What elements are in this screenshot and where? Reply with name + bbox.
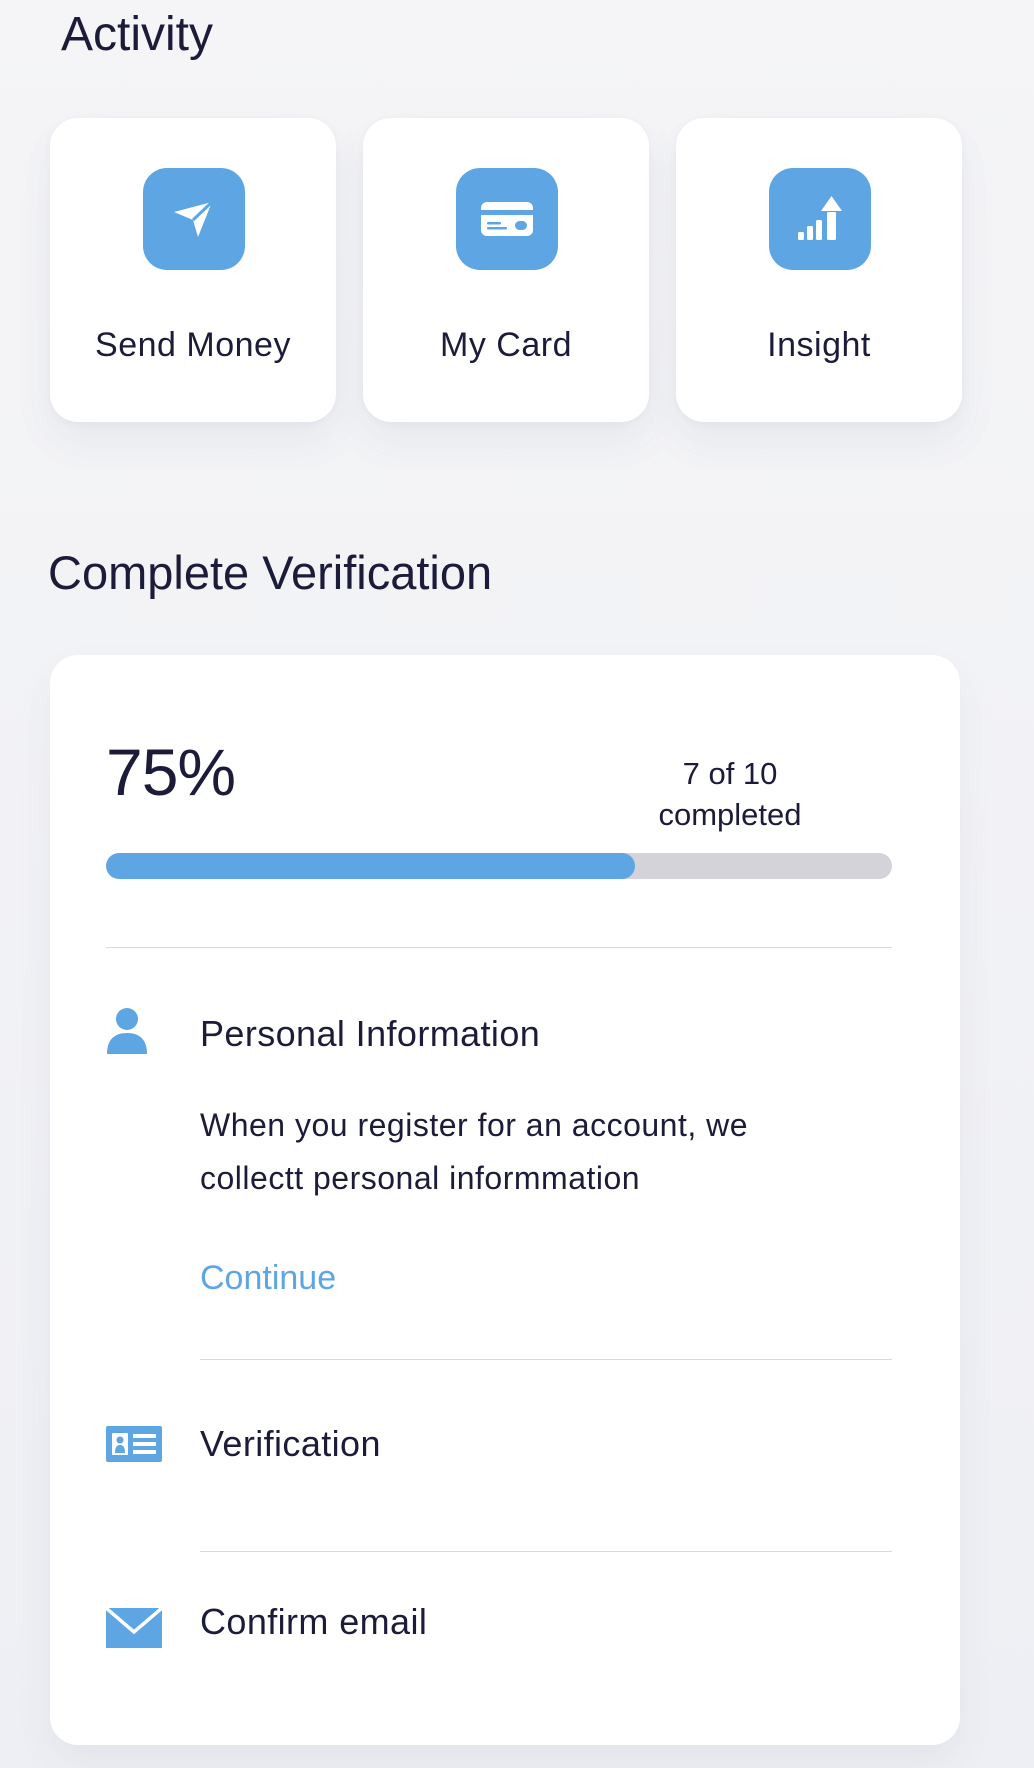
my-card-tile[interactable]: My Card <box>363 118 649 422</box>
divider <box>106 947 892 948</box>
personal-information-description: When you register for an account, we col… <box>200 1107 749 1196</box>
my-card-label: My Card <box>440 326 572 364</box>
divider <box>200 1359 892 1360</box>
send-money-label: Send Money <box>95 326 291 364</box>
verification-step-title[interactable]: Verification <box>200 1422 381 1466</box>
progress-percent: 75% <box>106 735 236 809</box>
send-money-tile[interactable]: Send Money <box>50 118 336 422</box>
person-icon <box>106 1007 148 1055</box>
envelope-icon <box>106 1608 162 1648</box>
verification-card: 75% 7 of 10 completed Personal Informati… <box>50 655 960 1745</box>
progress-bar <box>106 853 892 879</box>
id-card-icon <box>106 1426 162 1462</box>
activity-title: Activity <box>61 8 214 61</box>
insight-label: Insight <box>767 326 871 364</box>
progress-bar-fill <box>106 853 635 879</box>
progress-count: 7 of 10 completed <box>658 756 802 832</box>
confirm-email-title[interactable]: Confirm email <box>200 1600 427 1644</box>
insight-tile[interactable]: Insight <box>676 118 962 422</box>
complete-verification-title: Complete Verification <box>48 546 493 599</box>
personal-information-title: Personal Information <box>200 1013 541 1054</box>
continue-link[interactable]: Continue <box>200 1256 336 1300</box>
chart-arrow-up-icon <box>769 168 871 270</box>
credit-card-icon <box>456 168 558 270</box>
divider <box>200 1551 892 1552</box>
paper-plane-icon <box>143 168 245 270</box>
